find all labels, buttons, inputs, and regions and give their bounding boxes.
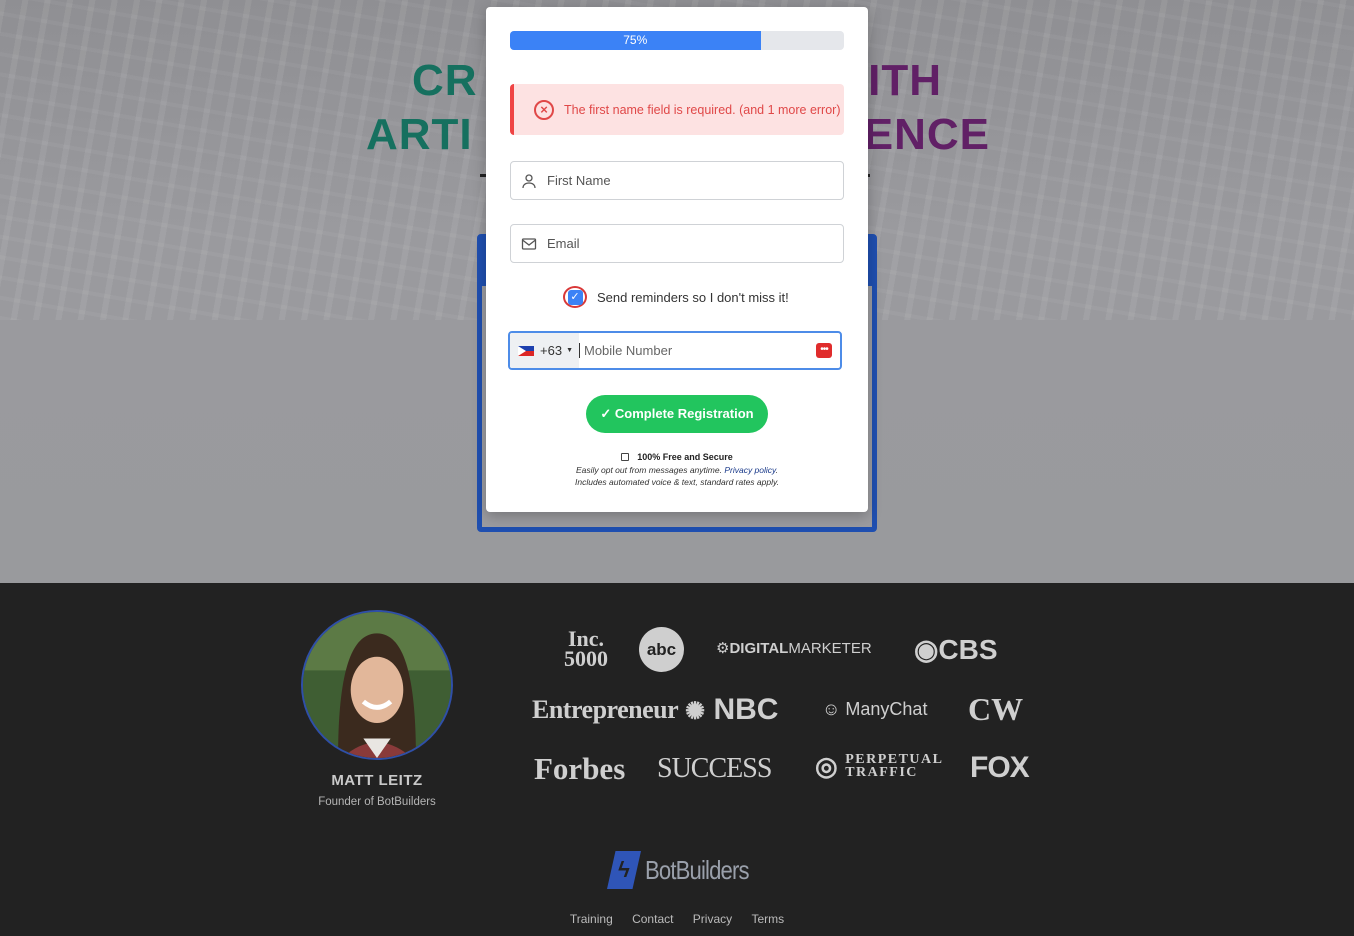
reminders-checkbox[interactable]: ✓ (563, 286, 587, 308)
gear-icon: ⚙ (716, 640, 730, 657)
error-circle-x-icon: × (534, 99, 554, 120)
digital-text: DIGITAL (729, 640, 789, 657)
first-name-placeholder: First Name (547, 173, 611, 188)
success-logo: SUCCESS (657, 753, 772, 784)
progress-fill: 75% (510, 31, 761, 50)
first-name-field[interactable]: First Name (510, 161, 844, 200)
headline-2-left: ARTI (366, 110, 473, 159)
forbes-logo: Forbes (534, 751, 626, 786)
footer-link-terms[interactable]: Terms (751, 912, 784, 926)
author-avatar (301, 610, 453, 760)
traffic-text: TRAFFIC (845, 765, 918, 780)
manychat-logo: ☺ ManyChat (822, 699, 927, 720)
botbuilders-logo[interactable]: ϟ BotBuilders (607, 851, 767, 889)
reminders-label: Send reminders so I don't miss it! (597, 289, 789, 305)
complete-registration-button[interactable]: ✓ Complete Registration (586, 395, 768, 433)
fox-logo: FOX (970, 751, 1030, 784)
footer: MATT LEITZ Founder of BotBuilders Inc. 5… (0, 583, 1354, 936)
footer-link-training[interactable]: Training (570, 912, 613, 926)
footer-link-privacy[interactable]: Privacy (693, 912, 732, 926)
opt-out-text: Easily opt out from messages anytime. (575, 465, 722, 475)
country-code-select[interactable]: +63 ▼ (510, 333, 579, 368)
footer-link-contact[interactable]: Contact (632, 912, 673, 926)
email-field[interactable]: Email (510, 224, 844, 263)
perpetual-traffic-logo: ◎ PERPETUAL TRAFFIC (815, 751, 943, 781)
cbs-logo: ◉CBS (914, 634, 998, 665)
check-icon: ✓ (567, 289, 583, 305)
progress-bar: 75% (510, 31, 844, 50)
manychat-text: ManyChat (845, 699, 928, 719)
headset-icon: ◎ (815, 751, 840, 781)
secure-note: 100% Free and Secure (486, 452, 868, 462)
peacock-icon: ✺ (685, 698, 706, 725)
country-code: +63 (540, 343, 563, 358)
philippines-flag-icon (518, 345, 534, 356)
secure-label: 100% Free and Secure (637, 452, 733, 462)
user-icon (522, 173, 536, 188)
headline-2-right: ENCE (863, 110, 990, 159)
author-role: Founder of BotBuilders (318, 796, 436, 808)
reminders-option[interactable]: ✓ Send reminders so I don't miss it! (563, 286, 789, 308)
entrepreneur-logo: Entrepreneur (532, 695, 679, 724)
mobile-number-placeholder: Mobile Number (579, 343, 672, 358)
opt-out-note: Easily opt out from messages anytime. Pr… (575, 465, 779, 475)
error-message: The first name field is required. (and 1… (564, 102, 841, 117)
manychat-octopus-icon: ☺ (822, 699, 841, 719)
author-name: MATT LEITZ (331, 772, 423, 789)
footer-links: Training Contact Privacy Terms (0, 912, 1354, 926)
mobile-number-field[interactable]: +63 ▼ Mobile Number ••• (508, 331, 842, 370)
registration-modal: 75% × The first name field is required. … (486, 7, 868, 512)
cw-logo: CW (968, 691, 1024, 727)
envelope-icon (521, 237, 537, 250)
author-photo (303, 612, 451, 758)
nbc-logo: ✺ NBC (685, 693, 778, 727)
digitalmarketer-logo: ⚙DIGITALMARKETER (716, 639, 872, 657)
lightning-bolt-icon: ϟ (607, 851, 641, 889)
abc-logo: abc (639, 627, 684, 672)
password-manager-icon[interactable]: ••• (816, 343, 832, 358)
headline-1-left: CR (412, 56, 478, 105)
headline-1-right: ITH (868, 56, 942, 105)
inc-logo-line-2: 5000 (564, 646, 608, 671)
botbuilders-wordmark: BotBuilders (645, 854, 750, 885)
email-placeholder: Email (547, 236, 580, 251)
lock-icon (621, 453, 630, 461)
caret-down-icon: ▼ (566, 347, 573, 354)
inc5000-logo: Inc. 5000 (553, 628, 619, 671)
error-alert: × The first name field is required. (and… (510, 84, 844, 135)
privacy-policy-link[interactable]: Privacy policy (724, 465, 775, 475)
rates-note: Includes automated voice & text, standar… (575, 477, 779, 487)
marketer-text: MARKETER (788, 640, 872, 657)
nbc-text: NBC (713, 693, 779, 726)
